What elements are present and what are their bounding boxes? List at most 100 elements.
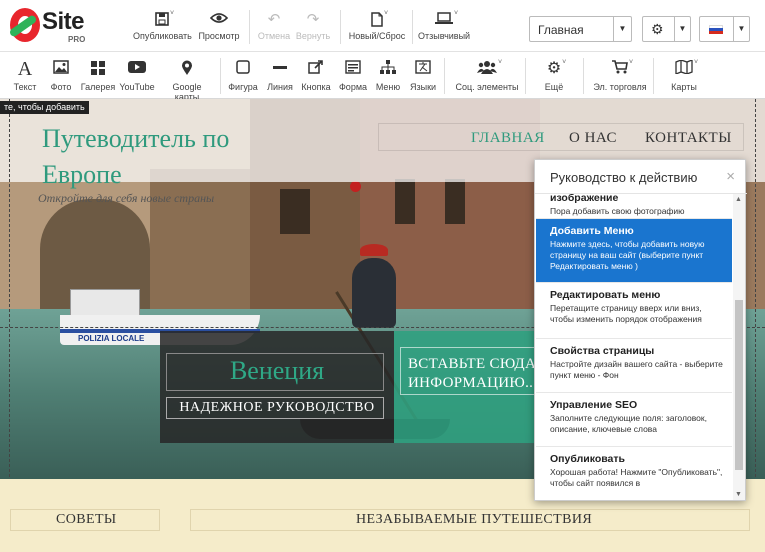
- text-label: Текст: [13, 82, 37, 92]
- top-toolbar: Site PRO Опубликовать Просмотр ↶ Отмена …: [0, 0, 765, 52]
- redo-icon: ↷: [306, 11, 320, 28]
- site-nav-menu[interactable]: ГЛАВНАЯ О НАС КОНТАКТЫ: [378, 123, 744, 151]
- responsive-label: Отзывчивый: [418, 31, 471, 41]
- more-label: Ещё: [544, 82, 564, 92]
- maps-button[interactable]: Карты: [664, 59, 704, 92]
- nav-contacts[interactable]: КОНТАКТЫ: [645, 130, 732, 147]
- scroll-up-icon[interactable]: ▲: [735, 196, 742, 203]
- youtube-icon: [119, 60, 155, 78]
- line-label: Линия: [267, 82, 293, 92]
- russian-flag-icon: [709, 25, 723, 34]
- guide-item-title: Опубликовать: [550, 453, 625, 465]
- laptop-icon: [418, 12, 470, 28]
- guide-item-edit-menu[interactable]: Редактировать меню Перетащите страницу в…: [536, 283, 732, 339]
- add-text-button[interactable]: A Текст: [10, 58, 40, 92]
- redo-button[interactable]: ↷ Вернуть: [294, 11, 332, 42]
- preview-button[interactable]: Просмотр: [196, 12, 242, 41]
- guide-item-page-props[interactable]: Свойства страницы Настройте дизайн вашег…: [536, 339, 732, 393]
- guide-item-add-menu[interactable]: Добавить Меню Нажмите здесь, чтобы добав…: [536, 219, 732, 283]
- settings-dropdown[interactable]: ⚙ ▼: [642, 16, 691, 42]
- add-google-maps-button[interactable]: Google карты: [159, 60, 215, 102]
- tooltip: те, чтобы добавить: [0, 101, 89, 114]
- ecommerce-button[interactable]: Эл. торговля: [592, 60, 648, 92]
- page-select-dropdown[interactable]: Главная ▼: [529, 16, 632, 42]
- tips-heading[interactable]: СОВЕТЫ: [56, 512, 117, 528]
- guide-title: Руководство к действию: [550, 170, 698, 185]
- maps-label: Карты: [671, 82, 697, 92]
- nav-home[interactable]: ГЛАВНАЯ: [471, 130, 545, 147]
- gears-icon: ⚙: [538, 60, 570, 78]
- undo-label: Отмена: [257, 31, 291, 41]
- boat-label: POLIZIA LOCALE: [78, 334, 145, 343]
- social-label: Соц. элементы: [455, 82, 519, 92]
- guide-item-title: Добавить Меню: [550, 225, 634, 237]
- undo-icon: ↶: [267, 11, 281, 28]
- guide-item-image[interactable]: изображение Пора добавить свою фотографи…: [536, 194, 732, 219]
- new-reset-button[interactable]: Новый/Сброс: [346, 12, 408, 41]
- youtube-label: YouTube: [119, 82, 155, 92]
- undo-button[interactable]: ↶ Отмена: [256, 11, 292, 42]
- guide-item-desc: Перетащите страницу вверх или вниз, чтоб…: [550, 303, 702, 324]
- shape-label: Фигура: [228, 82, 258, 92]
- close-icon[interactable]: ×: [726, 168, 735, 185]
- scrollbar-thumb[interactable]: [735, 300, 743, 470]
- hero-tagline[interactable]: НАДЕЖНОЕ РУКОВОДСТВО: [160, 400, 394, 416]
- folded-map-icon: [664, 59, 704, 78]
- hero-info-text[interactable]: ВСТАВЬТЕ СЮДА ИНФОРМАЦИЮ...: [408, 355, 536, 393]
- guide-list[interactable]: изображение Пора добавить свою фотографи…: [536, 194, 732, 500]
- elements-toolbar: A Текст Фото Галерея YouTube Google карт…: [0, 52, 765, 102]
- more-button[interactable]: ⚙ Ещё: [538, 60, 570, 92]
- gondolier: [344, 244, 404, 344]
- preview-label: Просмотр: [198, 31, 240, 41]
- text-icon: A: [17, 58, 33, 80]
- guide-scrollbar[interactable]: ▲ ▼: [733, 194, 745, 500]
- save-disk-icon: [133, 12, 191, 28]
- guide-item-desc: Нажмите здесь, чтобы добавить новую стра…: [550, 239, 705, 271]
- hero-city-block[interactable]: Венеция НАДЕЖНОЕ РУКОВОДСТВО: [160, 331, 394, 443]
- sitemap-icon: [373, 60, 403, 78]
- guide-item-seo[interactable]: Управление SEO Заполните следующие поля:…: [536, 393, 732, 447]
- menu-label: Меню: [375, 82, 401, 92]
- site-title[interactable]: Путеводитель по Европе: [42, 121, 242, 193]
- button-label: Кнопка: [301, 82, 331, 92]
- form-label: Форма: [338, 82, 368, 92]
- logo-mark-icon: [10, 8, 40, 42]
- guide-item-title: Управление SEO: [550, 399, 638, 411]
- users-group-icon: [454, 60, 520, 78]
- site-pro-logo: Site PRO: [6, 6, 106, 46]
- map-pin-icon: [159, 60, 215, 78]
- gallery-icon: [80, 60, 116, 78]
- add-languages-button[interactable]: Языки: [408, 60, 438, 92]
- gallery-label: Галерея: [80, 82, 116, 92]
- guide-item-publish[interactable]: Опубликовать Хорошая работа! Нажмите "Оп…: [536, 447, 732, 500]
- add-button-button[interactable]: Кнопка: [299, 60, 333, 92]
- site-subtitle[interactable]: Откройте для себя новые страны: [38, 191, 214, 206]
- nav-about[interactable]: О НАС: [569, 130, 617, 147]
- gear-icon: ⚙: [651, 21, 664, 37]
- chevron-down-icon: ▼: [613, 17, 631, 41]
- scroll-down-icon[interactable]: ▼: [735, 491, 742, 498]
- new-reset-label: Новый/Сброс: [348, 31, 406, 41]
- add-shape-button[interactable]: Фигура: [226, 60, 260, 92]
- language-dropdown[interactable]: ▼: [699, 16, 750, 42]
- add-menu-button[interactable]: Меню: [373, 60, 403, 92]
- add-form-button[interactable]: Форма: [337, 60, 369, 92]
- guide-item-title: Редактировать меню: [550, 289, 661, 301]
- add-social-button[interactable]: Соц. элементы: [454, 60, 520, 92]
- add-youtube-button[interactable]: YouTube: [119, 60, 155, 92]
- publish-button[interactable]: Опубликовать: [133, 12, 192, 41]
- hero-city-title[interactable]: Венеция: [160, 356, 394, 386]
- ecommerce-label: Эл. торговля: [593, 82, 647, 92]
- responsive-button[interactable]: Отзывчивый: [418, 12, 470, 41]
- line-icon: [264, 60, 296, 78]
- shape-icon: [226, 60, 260, 78]
- language-icon: [408, 60, 438, 78]
- hero-info-block[interactable]: ВСТАВЬТЕ СЮДА ИНФОРМАЦИЮ...: [394, 331, 536, 443]
- guide-item-desc: Настройте дизайн вашего сайта - выберите…: [550, 359, 723, 380]
- add-gallery-button[interactable]: Галерея: [80, 60, 116, 92]
- trips-heading[interactable]: НЕЗАБЫВАЕМЫЕ ПУТЕШЕСТВИЯ: [356, 512, 592, 528]
- add-photo-button[interactable]: Фото: [46, 60, 76, 92]
- chevron-down-icon: ▼: [733, 17, 749, 41]
- add-line-button[interactable]: Линия: [264, 60, 296, 92]
- guide-item-desc: Хорошая работа! Нажмите "Опубликовать", …: [550, 467, 723, 488]
